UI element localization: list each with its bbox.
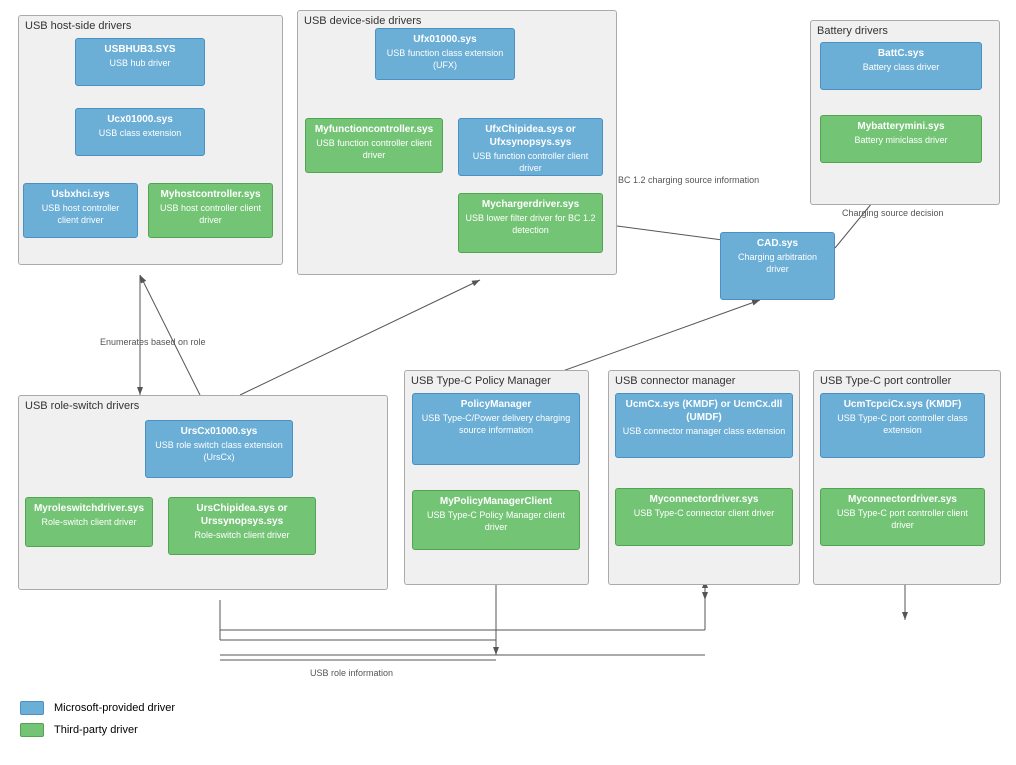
driver-mychargerdriver-desc: USB lower filter driver for BC 1.2 detec… <box>465 213 596 236</box>
driver-usbxhci-desc: USB host controller client driver <box>30 203 131 226</box>
group-policy-manager-label: USB Type-C Policy Manager <box>411 375 551 387</box>
driver-ucx01000-desc: USB class extension <box>82 128 198 140</box>
group-battery-label: Battery drivers <box>817 25 888 37</box>
driver-myfunctioncontroller-desc: USB function controller client driver <box>312 138 436 161</box>
driver-cad: CAD.sys Charging arbitration driver <box>720 232 835 300</box>
group-host-side-label: USB host-side drivers <box>25 20 131 32</box>
driver-usbxhci-name: Usbxhci.sys <box>30 188 131 201</box>
driver-ufxchipidea-desc: USB function controller client driver <box>465 151 596 174</box>
driver-ucmcx: UcmCx.sys (KMDF) or UcmCx.dll (UMDF) USB… <box>615 393 793 458</box>
driver-myroleswitchdriver-desc: Role-switch client driver <box>32 517 146 529</box>
group-device-side-label: USB device-side drivers <box>304 15 421 27</box>
driver-ufx01000-desc: USB function class extension (UFX) <box>382 48 508 71</box>
driver-ufxchipidea-name: UfxChipidea.sys or Ufxsynopsys.sys <box>465 123 596 149</box>
driver-ucmtcpci-desc: USB Type-C port controller class extensi… <box>827 413 978 436</box>
driver-myroleswitchdriver-name: Myroleswitchdriver.sys <box>32 502 146 515</box>
driver-mypolicymanagerclient-name: MyPolicyManagerClient <box>419 495 573 508</box>
driver-ufx01000: Ufx01000.sys USB function class extensio… <box>375 28 515 80</box>
legend-ms-label: Microsoft-provided driver <box>54 702 175 714</box>
group-connector-manager-label: USB connector manager <box>615 375 735 387</box>
driver-policymanager-name: PolicyManager <box>419 398 573 411</box>
driver-myconnectordriver: Myconnectordriver.sys USB Type-C connect… <box>615 488 793 546</box>
driver-mybatterymini: Mybatterymini.sys Battery miniclass driv… <box>820 115 982 163</box>
driver-policymanager-desc: USB Type-C/Power delivery charging sourc… <box>419 413 573 436</box>
driver-policymanager: PolicyManager USB Type-C/Power delivery … <box>412 393 580 465</box>
driver-myhostcontroller-desc: USB host controller client driver <box>155 203 266 226</box>
driver-ucmtcpci: UcmTcpciCx.sys (KMDF) USB Type-C port co… <box>820 393 985 458</box>
driver-myroleswitchdriver: Myroleswitchdriver.sys Role-switch clien… <box>25 497 153 547</box>
driver-mybatterymini-name: Mybatterymini.sys <box>827 120 975 133</box>
driver-usbhub3-name: USBHUB3.SYS <box>82 43 198 56</box>
driver-myconnectordriver2-name: Myconnectordriver.sys <box>827 493 978 506</box>
driver-ufx01000-name: Ufx01000.sys <box>382 33 508 46</box>
driver-mychargerdriver: Mychargerdriver.sys USB lower filter dri… <box>458 193 603 253</box>
driver-ufxchipidea: UfxChipidea.sys or Ufxsynopsys.sys USB f… <box>458 118 603 176</box>
driver-cad-desc: Charging arbitration driver <box>727 252 828 275</box>
driver-myconnectordriver2: Myconnectordriver.sys USB Type-C port co… <box>820 488 985 546</box>
driver-mybatterymini-desc: Battery miniclass driver <box>827 135 975 147</box>
driver-battc-desc: Battery class driver <box>827 62 975 74</box>
driver-battc: BattC.sys Battery class driver <box>820 42 982 90</box>
driver-urscx01000-name: UrsCx01000.sys <box>152 425 286 438</box>
legend: Microsoft-provided driver Third-party dr… <box>20 701 175 745</box>
driver-myconnectordriver-name: Myconnectordriver.sys <box>622 493 786 506</box>
legend-ms-box <box>20 701 44 715</box>
driver-ucmcx-desc: USB connector manager class extension <box>622 426 786 438</box>
legend-item-ms: Microsoft-provided driver <box>20 701 175 715</box>
diagram-container: USB host-side drivers USB device-side dr… <box>0 0 1016 765</box>
driver-urschipidea-name: UrsChipidea.sys or Urssynopsys.sys <box>175 502 309 528</box>
driver-mychargerdriver-name: Mychargerdriver.sys <box>465 198 596 211</box>
group-role-switch-label: USB role-switch drivers <box>25 400 139 412</box>
label-enumerates: Enumerates based on role <box>100 337 206 347</box>
driver-urschipidea: UrsChipidea.sys or Urssynopsys.sys Role-… <box>168 497 316 555</box>
driver-urscx01000: UrsCx01000.sys USB role switch class ext… <box>145 420 293 478</box>
legend-item-3p: Third-party driver <box>20 723 175 737</box>
driver-battc-name: BattC.sys <box>827 47 975 60</box>
driver-myfunctioncontroller-name: Myfunctioncontroller.sys <box>312 123 436 136</box>
driver-myconnectordriver2-desc: USB Type-C port controller client driver <box>827 508 978 531</box>
driver-ucmcx-name: UcmCx.sys (KMDF) or UcmCx.dll (UMDF) <box>622 398 786 424</box>
driver-mypolicymanagerclient: MyPolicyManagerClient USB Type-C Policy … <box>412 490 580 550</box>
driver-mypolicymanagerclient-desc: USB Type-C Policy Manager client driver <box>419 510 573 533</box>
group-port-controller-label: USB Type-C port controller <box>820 375 951 387</box>
driver-cad-name: CAD.sys <box>727 237 828 250</box>
driver-myhostcontroller: Myhostcontroller.sys USB host controller… <box>148 183 273 238</box>
driver-myconnectordriver-desc: USB Type-C connector client driver <box>622 508 786 520</box>
legend-3p-label: Third-party driver <box>54 724 138 736</box>
driver-usbxhci: Usbxhci.sys USB host controller client d… <box>23 183 138 238</box>
driver-ucmtcpci-name: UcmTcpciCx.sys (KMDF) <box>827 398 978 411</box>
driver-usbhub3: USBHUB3.SYS USB hub driver <box>75 38 205 86</box>
legend-3p-box <box>20 723 44 737</box>
label-charging-decision: Charging source decision <box>842 208 944 218</box>
driver-usbhub3-desc: USB hub driver <box>82 58 198 70</box>
driver-urscx01000-desc: USB role switch class extension (UrsCx) <box>152 440 286 463</box>
driver-ucx01000-name: Ucx01000.sys <box>82 113 198 126</box>
driver-urschipidea-desc: Role-switch client driver <box>175 530 309 542</box>
driver-myhostcontroller-name: Myhostcontroller.sys <box>155 188 266 201</box>
driver-myfunctioncontroller: Myfunctioncontroller.sys USB function co… <box>305 118 443 173</box>
label-usb-role: USB role information <box>310 668 393 678</box>
driver-ucx01000: Ucx01000.sys USB class extension <box>75 108 205 156</box>
label-bc12: BC 1.2 charging source information <box>618 175 759 185</box>
